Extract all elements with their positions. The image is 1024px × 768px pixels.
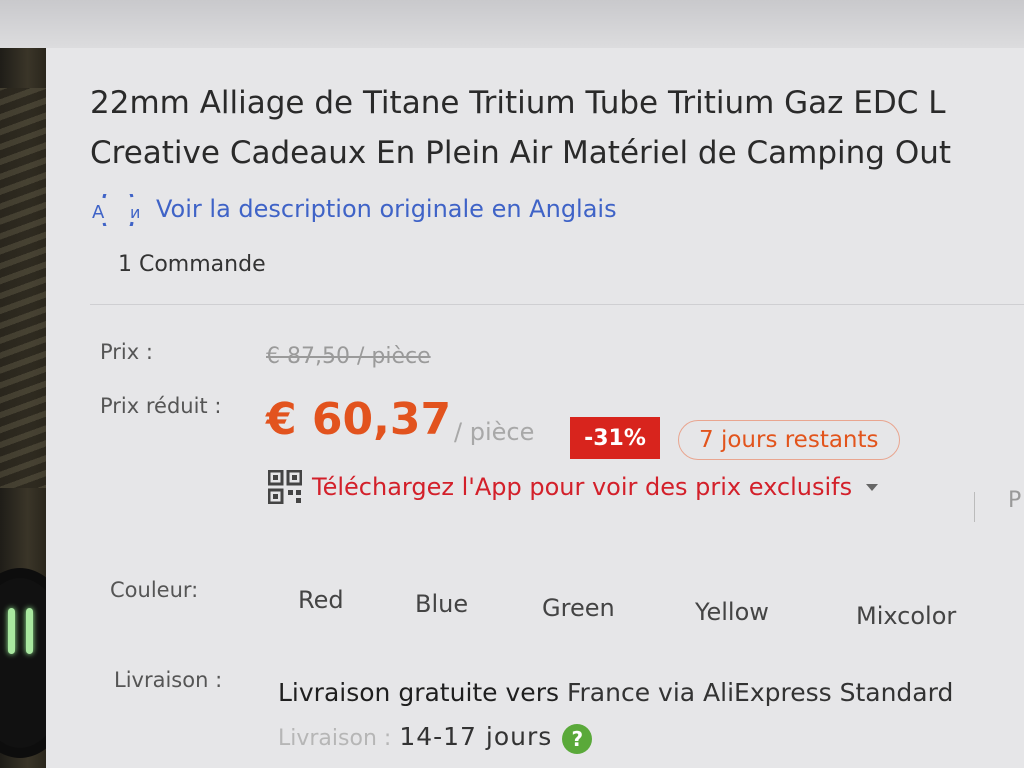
delivery-time-value: 14-17 jours bbox=[399, 722, 553, 751]
reduced-price: € 60,37 bbox=[266, 394, 452, 445]
color-option-red[interactable]: Red bbox=[298, 586, 344, 614]
translate-link[interactable]: A и Voir la description originale en Ang… bbox=[92, 183, 617, 237]
per-unit-label: / pièce bbox=[454, 418, 535, 446]
svg-text:A: A bbox=[92, 202, 105, 223]
product-image-thumbnail[interactable] bbox=[0, 48, 46, 768]
days-remaining-badge: 7 jours restants bbox=[678, 420, 900, 460]
shipping-info: Livraison gratuite vers France via AliEx… bbox=[278, 678, 953, 707]
delivery-time-label: Livraison : bbox=[278, 726, 392, 751]
product-info-panel: 22mm Alliage de Titane Tritium Tube Trit… bbox=[46, 48, 1024, 768]
original-price: € 87,50 / pièce bbox=[266, 344, 431, 369]
order-count: 1 Commande bbox=[118, 252, 266, 277]
translate-link-label: Voir la description originale en Anglais bbox=[156, 195, 617, 223]
thumbnail-keyring bbox=[0, 568, 46, 758]
color-option-green[interactable]: Green bbox=[542, 594, 615, 622]
svg-text:и: и bbox=[130, 203, 140, 222]
shipping-destination[interactable]: France via AliExpress Standard bbox=[567, 678, 953, 707]
product-title: 22mm Alliage de Titane Tritium Tube Trit… bbox=[90, 78, 1024, 178]
product-title-line-2: Creative Cadeaux En Plein Air Matériel d… bbox=[90, 135, 952, 171]
question-mark-icon[interactable]: ? bbox=[562, 724, 593, 754]
section-divider bbox=[90, 304, 1024, 305]
qr-code-icon bbox=[268, 470, 302, 504]
free-shipping-text: Livraison gratuite vers bbox=[278, 678, 559, 707]
price-label: Prix : bbox=[100, 340, 153, 364]
shipping-label: Livraison : bbox=[114, 668, 223, 692]
discount-badge: -31% bbox=[570, 417, 660, 459]
reduced-price-label: Prix réduit : bbox=[100, 394, 222, 418]
thumbnail-rock-texture bbox=[0, 88, 46, 488]
app-promo-label: Téléchargez l'App pour voir des prix exc… bbox=[312, 473, 853, 501]
color-option-mixcolor[interactable]: Mixcolor bbox=[856, 602, 956, 630]
color-label: Couleur: bbox=[110, 578, 199, 602]
tritium-tube-glow bbox=[8, 608, 15, 654]
delivery-time-row: Livraison : 14-17 jours? bbox=[278, 722, 593, 754]
color-option-blue[interactable]: Blue bbox=[415, 590, 468, 618]
product-title-line-1: 22mm Alliage de Titane Tritium Tube Trit… bbox=[90, 85, 946, 121]
tritium-tube-glow bbox=[26, 608, 33, 654]
promo-more-text: P bbox=[1008, 488, 1022, 513]
translate-icon: A и bbox=[92, 183, 144, 237]
browser-top-strip bbox=[0, 0, 1024, 48]
caret-down-icon[interactable] bbox=[866, 483, 879, 491]
app-promo-link[interactable]: Téléchargez l'App pour voir des prix exc… bbox=[268, 470, 879, 504]
promo-separator bbox=[974, 492, 975, 522]
color-option-yellow[interactable]: Yellow bbox=[695, 598, 769, 626]
